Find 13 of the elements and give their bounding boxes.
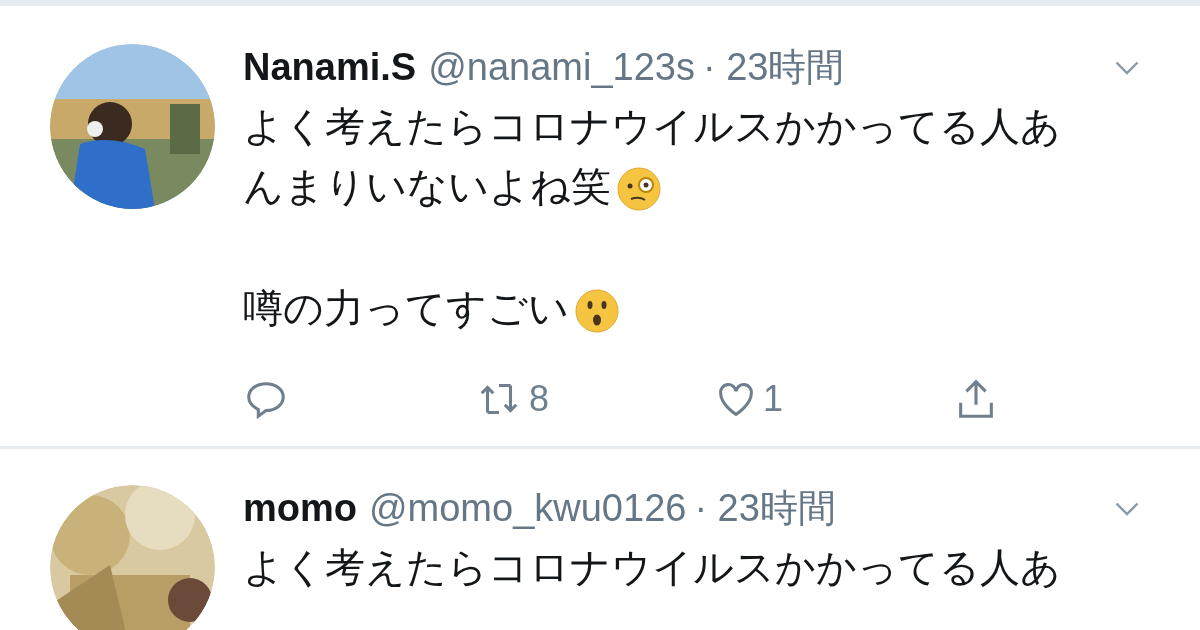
user-name[interactable]: momo <box>243 489 357 527</box>
surprised-face-icon <box>573 287 621 336</box>
user-name[interactable]: Nanami.S <box>243 48 417 86</box>
retweet-count: 8 <box>529 377 550 421</box>
user-handle[interactable]: @momo_kwu0126 <box>369 489 687 527</box>
user-handle[interactable]: @nanami_123s <box>428 48 695 86</box>
tweet-text: よく考えたらコロナウイルスかかってる人あんまりいないよね笑 <box>243 96 1093 216</box>
tweet-time: · 23時間 <box>694 489 836 527</box>
tweet-text: 噂の力ってすごい <box>243 278 1093 338</box>
monocle-face-icon <box>615 165 663 214</box>
tweet-time: · 23時間 <box>702 48 845 86</box>
like-count: 1 <box>763 377 784 421</box>
tweet-text: よく考えたらコロナウイルスかかってる人あ <box>243 544 1062 591</box>
